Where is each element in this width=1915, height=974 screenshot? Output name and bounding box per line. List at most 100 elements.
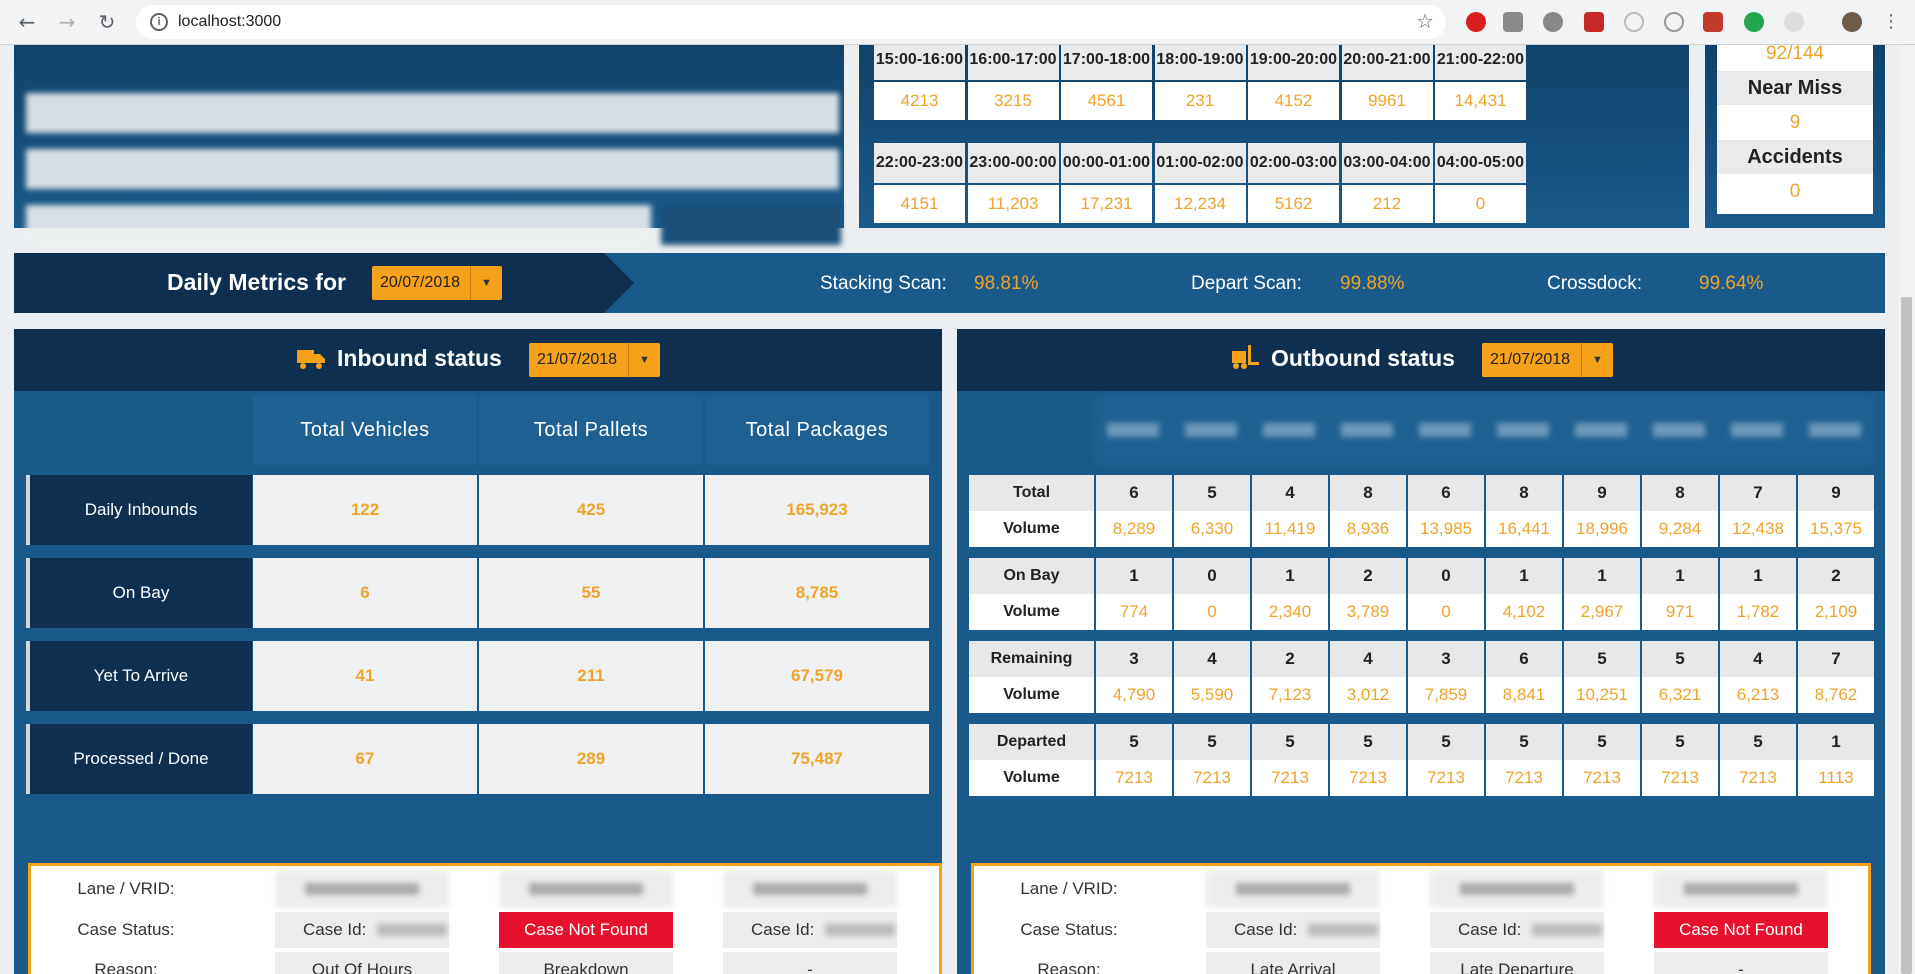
outbound-count: 5 [1720, 724, 1796, 760]
reason-value: Late Departure [1430, 952, 1604, 974]
outbound-count: 5 [1408, 724, 1484, 760]
plan-table [26, 93, 846, 245]
hour-slot-value: 0 [1435, 185, 1526, 223]
url-text: localhost:3000 [178, 13, 282, 30]
reason-value: Late Arrival [1206, 952, 1380, 974]
page-scrollbar[interactable] [1898, 45, 1915, 974]
bookmark-star-icon[interactable]: ☆ [1416, 9, 1434, 33]
outbound-panel: Outbound status 21/07/2018 ▼ Total Volume… [957, 329, 1885, 974]
case-status-label: Case Status: [982, 912, 1156, 948]
profile-avatar[interactable] [1842, 12, 1862, 32]
inbound-panel: Inbound status 21/07/2018 ▼ Total Vehicl… [14, 329, 942, 974]
menu-icon[interactable]: ⋮ [1878, 9, 1904, 35]
outbound-volume-label: Volume [969, 760, 1094, 796]
hour-slot-value: 9961 [1341, 82, 1433, 120]
outbound-volume: 11,419 [1252, 511, 1328, 547]
outbound-volume: 8,841 [1486, 677, 1562, 713]
reason-value: Breakdown [499, 952, 673, 974]
browser-toolbar: ← → ↻ i localhost:3000 ☆ ⋮ [0, 0, 1915, 45]
outbound-volume: 971 [1642, 594, 1718, 630]
blurred-text [1236, 883, 1350, 895]
outbound-count: 2 [1252, 641, 1328, 677]
stacking-scan-value: 98.81% [974, 273, 1039, 294]
blurred-text [1460, 883, 1574, 895]
case-id-cell: Case Id: [1430, 912, 1604, 948]
hour-slot-label: 00:00-01:00 [1061, 143, 1152, 183]
metrics-date-picker[interactable]: 20/07/2018 ▼ [372, 266, 502, 300]
outbound-volume: 7213 [1096, 760, 1172, 796]
case-not-found-badge: Case Not Found [499, 912, 673, 948]
inbound-value: 41 [253, 641, 477, 711]
info-icon[interactable]: i [150, 13, 168, 31]
hour-slot-value: 5162 [1248, 185, 1339, 223]
inbound-column-header: Total Vehicles [253, 395, 477, 465]
forward-icon[interactable]: → [54, 9, 80, 35]
reason-value: - [1654, 952, 1828, 974]
outbound-volume: 3,789 [1330, 594, 1406, 630]
outbound-date-picker[interactable]: 21/07/2018 ▼ [1482, 343, 1613, 377]
hour-slot-label: 02:00-03:00 [1248, 143, 1339, 183]
case-not-found-badge: Case Not Found [1654, 912, 1828, 948]
outbound-count: 7 [1720, 475, 1796, 511]
lane-vrid-value [1206, 871, 1380, 907]
opera-extension-icon[interactable] [1466, 12, 1486, 32]
outbound-volume: 7213 [1252, 760, 1328, 796]
outbound-count: 8 [1486, 475, 1562, 511]
caret-down-icon: ▼ [470, 266, 502, 300]
outbound-count: 4 [1174, 641, 1250, 677]
dashboard: 15:00-16:00 4213 16:00-17:00 3215 17:00-18:0… [0, 45, 1898, 974]
caret-down-icon: ▼ [628, 343, 660, 377]
hour-slot-value: 3215 [967, 82, 1059, 120]
hour-slot-label: 19:00-20:00 [1248, 45, 1339, 80]
inbound-value: 289 [479, 724, 703, 794]
outbound-count: 9 [1798, 475, 1874, 511]
near-miss-value: 9 [1789, 112, 1801, 133]
hour-slot-label: 17:00-18:00 [1061, 45, 1152, 80]
grammarly-extension-icon[interactable] [1744, 12, 1764, 32]
inbound-value: 8,785 [705, 558, 929, 628]
outbound-group-label: On Bay [969, 558, 1094, 594]
daily-metrics-bar: Daily Metrics for 20/07/2018 ▼ Stacking … [14, 253, 1885, 313]
link-extension-icon[interactable] [1784, 12, 1804, 32]
outbound-volume: 12,438 [1720, 511, 1796, 547]
lane-label: Lane / VRID: [1020, 879, 1118, 898]
inbound-value: 55 [479, 558, 703, 628]
outbound-volume: 6,321 [1642, 677, 1718, 713]
circle-extension-icon[interactable] [1624, 12, 1644, 32]
cb-extension-icon[interactable] [1503, 12, 1523, 32]
outbound-group-label: Remaining [969, 641, 1094, 677]
hour-slot-label: 01:00-02:00 [1154, 143, 1246, 183]
hour-slot-label: 23:00-00:00 [967, 143, 1059, 183]
route-header [1575, 423, 1627, 437]
outbound-title: Outbound status [1271, 345, 1455, 371]
address-bar[interactable]: i localhost:3000 ☆ [136, 5, 1446, 39]
back-icon[interactable]: ← [14, 9, 40, 35]
inbound-date-picker[interactable]: 21/07/2018 ▼ [529, 343, 660, 377]
gear-extension-icon[interactable] [1543, 12, 1563, 32]
accidents-label: Accidents [1717, 140, 1873, 174]
ring-extension-icon[interactable] [1664, 12, 1684, 32]
outbound-volume: 10,251 [1564, 677, 1640, 713]
red-extension-icon[interactable] [1584, 12, 1604, 32]
plan-panel [14, 45, 844, 245]
lane-vrid-value [1430, 871, 1604, 907]
reason-value: Out Of Hours [275, 952, 449, 974]
hour-slot-value: 17,231 [1061, 185, 1152, 223]
reason-label: Reason: [1037, 960, 1101, 974]
outbound-count: 2 [1330, 558, 1406, 594]
scrollbar-thumb[interactable] [1901, 297, 1912, 974]
accidents-value: 0 [1789, 181, 1801, 202]
hour-slot-value: 231 [1154, 82, 1246, 120]
case-id-cell: Case Id: [1206, 912, 1380, 948]
inbound-column-header: Total Packages [705, 395, 929, 465]
outbound-volume: 1,782 [1720, 594, 1796, 630]
outbound-count: 1 [1642, 558, 1718, 594]
inbound-value: 6 [253, 558, 477, 628]
outbound-count: 6 [1096, 475, 1172, 511]
route-headers-blurred [1095, 395, 1875, 465]
reload-icon[interactable]: ↻ [94, 9, 120, 35]
cors-extension-icon[interactable] [1703, 12, 1723, 32]
outbound-header: Outbound status 21/07/2018 ▼ [957, 329, 1885, 391]
route-header [1107, 423, 1159, 437]
outbound-count: 5 [1330, 724, 1406, 760]
